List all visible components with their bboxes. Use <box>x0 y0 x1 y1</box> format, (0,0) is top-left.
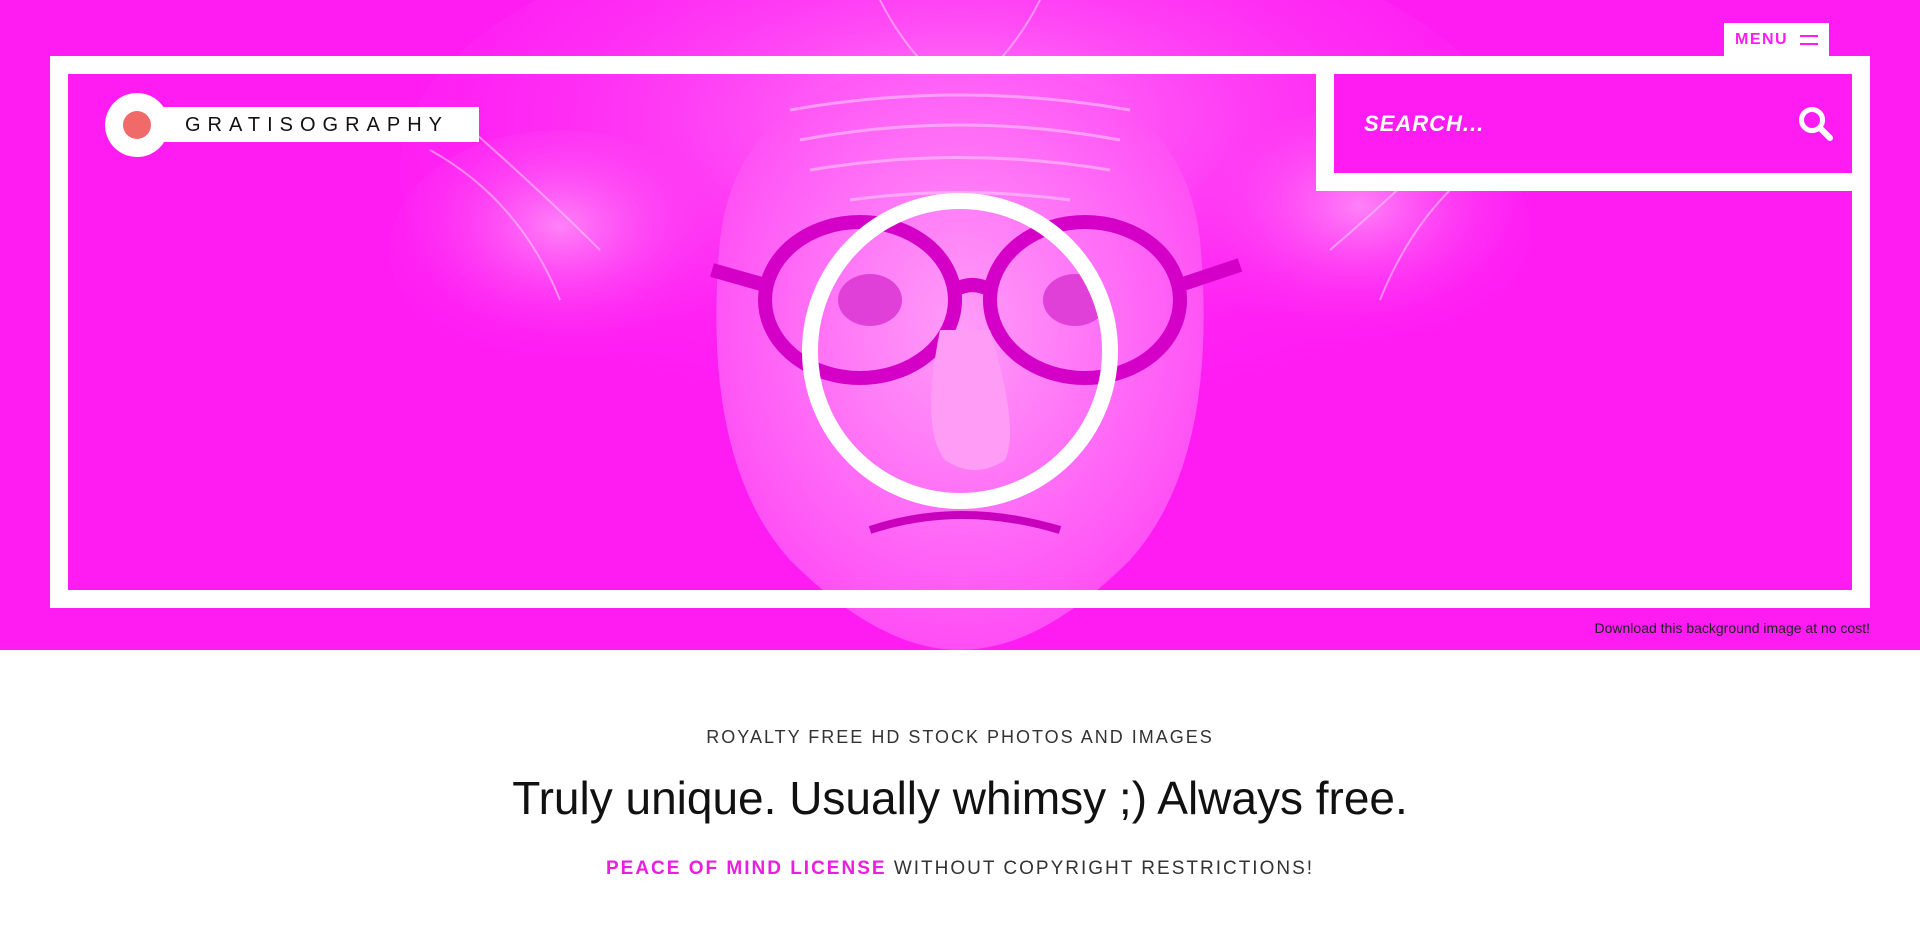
search-box <box>1316 56 1870 191</box>
search-input[interactable] <box>1362 102 1786 145</box>
license-text: WITHOUT COPYRIGHT RESTRICTIONS! <box>893 858 1315 879</box>
page-headline: Truly unique. Usually whimsy ;) Always f… <box>512 772 1408 824</box>
search-field-wrapper <box>1334 74 1852 173</box>
logo-text: GRATISOGRAPHY <box>185 114 449 136</box>
search-icon[interactable] <box>1798 106 1834 142</box>
license-line: PEACE OF MIND LICENSE WITHOUT COPYRIGHT … <box>0 858 1920 880</box>
menu-button[interactable]: MENU <box>1724 23 1829 56</box>
logo-dot-icon <box>123 111 151 139</box>
tagline: ROYALTY FREE HD STOCK PHOTOS AND IMAGES <box>706 727 1214 747</box>
download-background-link[interactable]: Download this background image at no cos… <box>1595 620 1871 636</box>
hero-banner: MENU GRATISOGRAPHY Download this backgro… <box>0 0 1920 650</box>
logo-circle <box>105 93 169 157</box>
menu-label: MENU <box>1735 30 1789 48</box>
license-link[interactable]: PEACE OF MIND LICENSE <box>606 858 887 879</box>
hamburger-icon <box>1800 34 1819 46</box>
